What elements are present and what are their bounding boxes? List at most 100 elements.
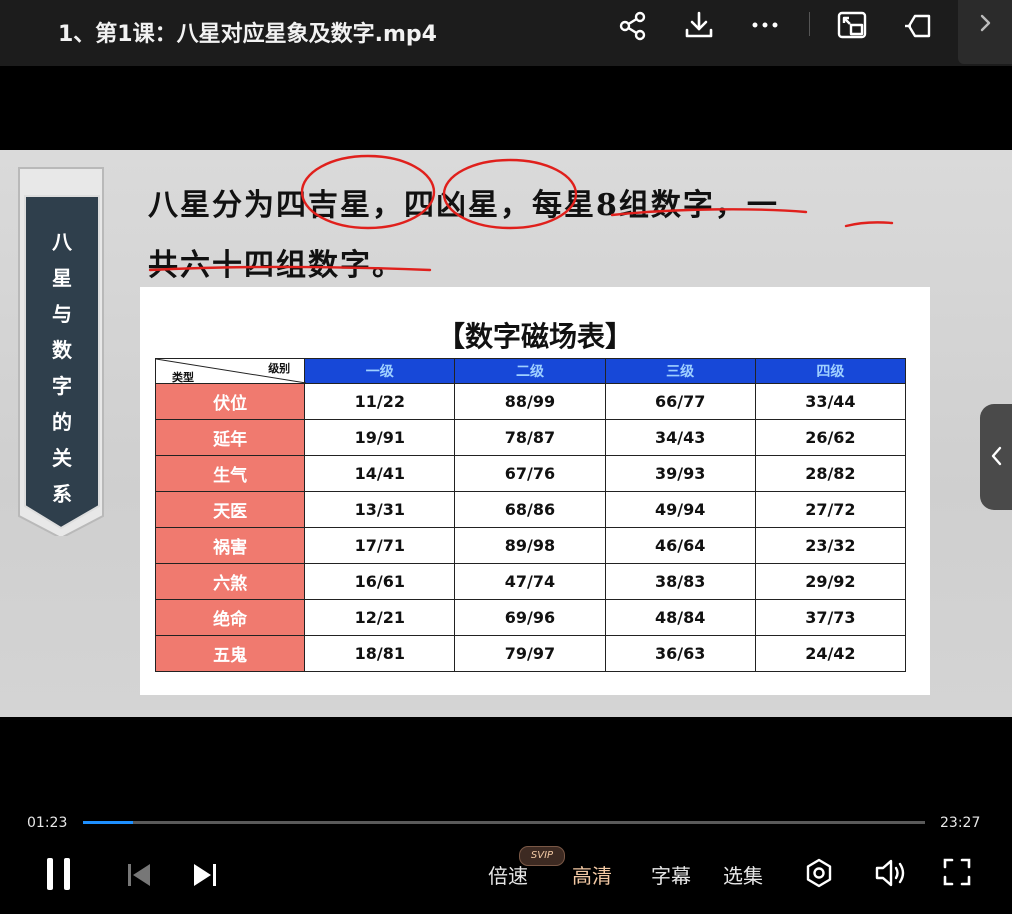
number-cell: 23/32 bbox=[754, 527, 907, 564]
table-row: 生气 14/41 67/76 39/93 28/82 bbox=[154, 455, 907, 492]
side-panel-toggle[interactable] bbox=[980, 404, 1012, 510]
number-cell: 19/91 bbox=[304, 419, 456, 456]
table-row: 天医 13/31 68/86 49/94 27/72 bbox=[154, 491, 907, 528]
table-row: 绝命 12/21 69/96 48/84 37/73 bbox=[154, 599, 907, 636]
total-time: 23:27 bbox=[940, 815, 981, 831]
number-cell: 26/62 bbox=[754, 419, 907, 456]
number-cell: 66/77 bbox=[604, 383, 756, 420]
more-icon[interactable] bbox=[747, 8, 783, 44]
picture-in-picture-icon[interactable] bbox=[834, 8, 870, 44]
table-row: 伏位 11/22 88/99 66/77 33/44 bbox=[154, 383, 907, 420]
skip-previous-icon bbox=[128, 864, 150, 886]
progress-bar[interactable] bbox=[83, 821, 925, 824]
number-cell: 34/43 bbox=[604, 419, 756, 456]
svip-badge: SVIP bbox=[519, 846, 565, 866]
number-cell: 29/92 bbox=[754, 563, 907, 600]
number-cell: 18/81 bbox=[304, 635, 456, 672]
volume-button[interactable] bbox=[873, 857, 907, 889]
number-cell: 48/84 bbox=[604, 599, 756, 636]
banner-char: 星 bbox=[52, 266, 72, 290]
number-cell: 39/93 bbox=[604, 455, 756, 492]
current-time: 01:23 bbox=[27, 815, 68, 831]
number-cell: 69/96 bbox=[454, 599, 606, 636]
star-type-cell: 伏位 bbox=[154, 383, 306, 420]
star-type-cell: 祸害 bbox=[154, 527, 306, 564]
download-icon[interactable] bbox=[681, 8, 717, 44]
corner-level-label: 级别 bbox=[268, 362, 291, 375]
volume-icon bbox=[875, 859, 905, 887]
number-cell: 36/63 bbox=[604, 635, 756, 672]
quality-button[interactable]: 高清 bbox=[572, 860, 612, 889]
corner-type-label: 类型 bbox=[172, 371, 194, 384]
banner-text: 八 星 与 数 字 的 关 系 bbox=[47, 224, 77, 512]
audio-track-button[interactable] bbox=[803, 857, 835, 889]
number-cell: 17/71 bbox=[304, 527, 456, 564]
table-row: 延年 19/91 78/87 34/43 26/62 bbox=[154, 419, 907, 456]
chevron-right-icon bbox=[980, 14, 991, 32]
number-cell: 46/64 bbox=[604, 527, 756, 564]
video-title: 1、第1课：八星对应星象及数字.mp4 bbox=[58, 22, 437, 47]
level-header: 一级 bbox=[304, 358, 456, 384]
previous-button[interactable] bbox=[126, 862, 152, 888]
share-icon[interactable] bbox=[615, 8, 651, 44]
table-row: 五鬼 18/81 79/97 36/63 24/42 bbox=[154, 635, 907, 672]
banner-char: 的 bbox=[52, 410, 72, 434]
magnetic-field-table: 类型 级别 一级 二级 三级 四级 伏位 11/22 88/99 66/77 3… bbox=[154, 358, 907, 672]
pause-icon bbox=[47, 858, 70, 890]
star-type-cell: 延年 bbox=[154, 419, 306, 456]
banner-char: 八 bbox=[52, 230, 72, 254]
number-cell: 33/44 bbox=[754, 383, 907, 420]
number-cell: 28/82 bbox=[754, 455, 907, 492]
fullscreen-icon bbox=[943, 858, 971, 886]
slide-line-2: 共六十四组数字。 bbox=[148, 248, 404, 283]
star-type-cell: 天医 bbox=[154, 491, 306, 528]
number-cell: 16/61 bbox=[304, 563, 456, 600]
slide-line-1: 八星分为四吉星，四凶星，每星8组数字，一 bbox=[148, 188, 779, 223]
chevron-left-icon bbox=[991, 446, 1002, 466]
banner-char: 关 bbox=[52, 446, 72, 470]
number-cell: 47/74 bbox=[454, 563, 606, 600]
progress-played bbox=[83, 821, 133, 824]
pause-button[interactable] bbox=[44, 856, 74, 892]
banner-char: 系 bbox=[52, 482, 72, 506]
table-header-row: 类型 级别 一级 二级 三级 四级 bbox=[154, 358, 907, 384]
title-bar: 1、第1课：八星对应星象及数字.mp4 bbox=[0, 0, 1012, 66]
number-cell: 12/21 bbox=[304, 599, 456, 636]
magnetic-field-table-card: 【数字磁场表】 类型 级别 一级 二级 三级 四级 伏位 11/22 88/99… bbox=[140, 287, 930, 695]
slide-banner: 八 星 与 数 字 的 关 系 bbox=[17, 166, 105, 536]
skip-next-icon bbox=[194, 864, 216, 886]
level-header: 四级 bbox=[754, 358, 907, 384]
level-header: 三级 bbox=[604, 358, 756, 384]
banner-char: 字 bbox=[52, 374, 72, 398]
star-type-cell: 生气 bbox=[154, 455, 306, 492]
number-cell: 13/31 bbox=[304, 491, 456, 528]
number-cell: 38/83 bbox=[604, 563, 756, 600]
video-frame[interactable]: 八 星 与 数 字 的 关 系 八星分为四吉星，四凶星，每星8组数字，一 共六十… bbox=[0, 150, 1012, 717]
audio-track-icon bbox=[806, 858, 832, 888]
table-title: 【数字磁场表】 bbox=[436, 320, 633, 353]
fullscreen-button[interactable] bbox=[942, 857, 972, 887]
next-button[interactable] bbox=[192, 862, 218, 888]
number-cell: 88/99 bbox=[454, 383, 606, 420]
banner-char: 数 bbox=[52, 338, 72, 362]
number-cell: 24/42 bbox=[754, 635, 907, 672]
episodes-button[interactable]: 选集 bbox=[723, 860, 763, 889]
number-cell: 67/76 bbox=[454, 455, 606, 492]
table-corner-cell: 类型 级别 bbox=[154, 358, 306, 384]
star-type-cell: 五鬼 bbox=[154, 635, 306, 672]
star-type-cell: 绝命 bbox=[154, 599, 306, 636]
banner-char: 与 bbox=[52, 302, 72, 326]
toolbar-divider bbox=[809, 12, 810, 36]
next-panel-button[interactable] bbox=[958, 0, 1012, 64]
number-cell: 49/94 bbox=[604, 491, 756, 528]
table-row: 祸害 17/71 89/98 46/64 23/32 bbox=[154, 527, 907, 564]
number-cell: 14/41 bbox=[304, 455, 456, 492]
number-cell: 78/87 bbox=[454, 419, 606, 456]
number-cell: 11/22 bbox=[304, 383, 456, 420]
number-cell: 79/97 bbox=[454, 635, 606, 672]
subtitle-button[interactable]: 字幕 bbox=[651, 860, 691, 889]
star-type-cell: 六煞 bbox=[154, 563, 306, 600]
pin-icon[interactable] bbox=[901, 8, 937, 44]
level-header: 二级 bbox=[454, 358, 606, 384]
number-cell: 68/86 bbox=[454, 491, 606, 528]
